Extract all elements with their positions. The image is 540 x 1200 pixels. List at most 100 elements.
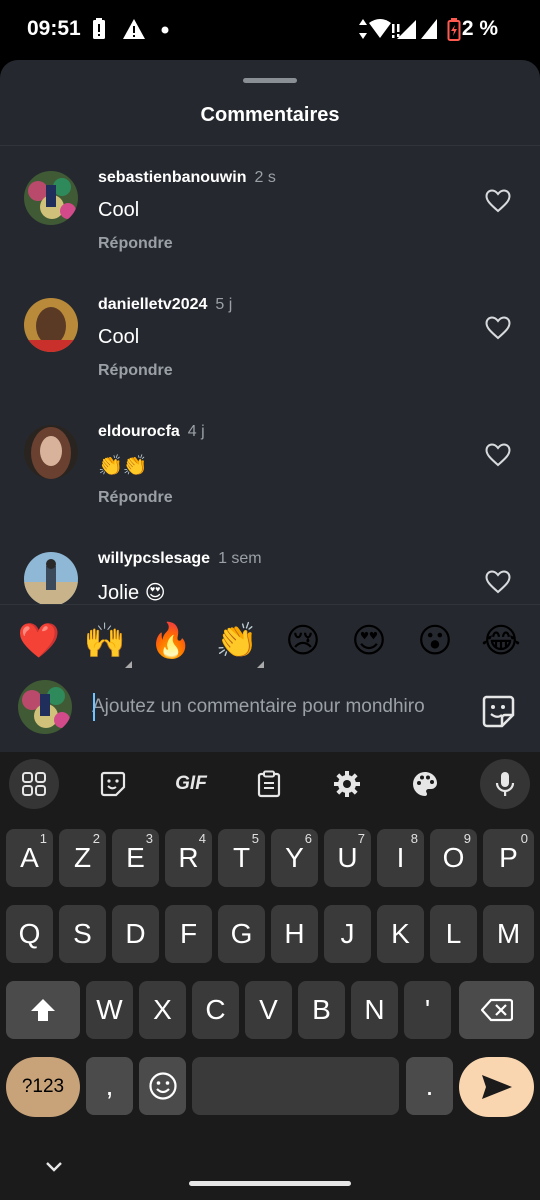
key-z[interactable]: Z2: [59, 829, 106, 887]
sticker-icon[interactable]: [478, 691, 518, 731]
key-label: R: [178, 842, 199, 873]
reply-button[interactable]: Répondre: [98, 362, 173, 380]
avatar[interactable]: [24, 552, 78, 606]
symbols-key[interactable]: ?123: [6, 1057, 80, 1117]
key-v[interactable]: V: [245, 981, 292, 1039]
key-o[interactable]: O9: [430, 829, 477, 887]
keyboard-toolbar: GIF: [0, 752, 540, 820]
key-a[interactable]: A1: [6, 829, 53, 887]
drag-handle[interactable]: [243, 78, 297, 83]
comment-username[interactable]: danielletv2024 5 j: [98, 296, 232, 314]
key-label: A: [20, 842, 39, 873]
key-f[interactable]: F: [165, 905, 212, 963]
gif-button[interactable]: GIF: [166, 759, 216, 809]
avatar[interactable]: [24, 171, 78, 225]
home-gesture-pill[interactable]: [189, 1181, 351, 1186]
key-g[interactable]: G: [218, 905, 265, 963]
key-label: P: [499, 842, 518, 873]
space-key[interactable]: [192, 1057, 399, 1115]
comment-composer: ❤️ 🙌 🔥 👏 😢 😍 😮 😂 Ajoutez un commentaire …: [0, 604, 540, 752]
shift-icon: [31, 999, 55, 1021]
battery-low-icon: [447, 18, 461, 41]
key-label: Y: [285, 842, 304, 873]
key-x[interactable]: X: [139, 981, 186, 1039]
reply-button[interactable]: Répondre: [98, 489, 173, 507]
emoji-raised-hands[interactable]: 🙌: [83, 619, 127, 663]
shift-key[interactable]: [6, 981, 80, 1039]
palette-icon[interactable]: [400, 759, 450, 809]
comment-input[interactable]: Ajoutez un commentaire pour mondhiro: [92, 691, 460, 723]
key-apostrophe[interactable]: ': [404, 981, 451, 1039]
clipboard-icon[interactable]: [244, 759, 294, 809]
emoji-icon: [148, 1072, 177, 1100]
comment-username[interactable]: sebastienbanouwin 2 s: [98, 169, 276, 187]
key-i[interactable]: I8: [377, 829, 424, 887]
key-e[interactable]: E3: [112, 829, 159, 887]
apps-grid-icon[interactable]: [9, 759, 59, 809]
emoji-key[interactable]: [139, 1057, 186, 1115]
key-hint: 4: [198, 831, 206, 846]
emoji-clapping-hands[interactable]: 👏: [215, 619, 259, 663]
heart-icon[interactable]: [485, 443, 511, 467]
comma-key[interactable]: ,: [86, 1057, 133, 1115]
key-b[interactable]: B: [298, 981, 345, 1039]
comment-username[interactable]: willypcslesage 1 sem: [98, 550, 262, 568]
key-s[interactable]: S: [59, 905, 106, 963]
comments-sheet: Commentaires sebastienbanouwin 2 s Cool R…: [0, 60, 540, 752]
variant-indicator: [257, 661, 264, 668]
emoji-heart-eyes[interactable]: 😍: [347, 619, 391, 663]
battery-alert-icon: [93, 18, 105, 39]
text-caret: [93, 693, 95, 721]
key-c[interactable]: C: [192, 981, 239, 1039]
username-text[interactable]: willypcslesage: [98, 550, 210, 567]
key-t[interactable]: T5: [218, 829, 265, 887]
emoji-heart[interactable]: ❤️: [17, 619, 61, 663]
avatar[interactable]: [24, 298, 78, 352]
signal-alert-icon: [397, 20, 416, 39]
battery-percent: 2 %: [461, 17, 498, 40]
username-text[interactable]: sebastienbanouwin: [98, 169, 246, 186]
key-hint: 8: [410, 831, 418, 846]
comment-text: Cool: [98, 199, 140, 221]
key-j[interactable]: J: [324, 905, 371, 963]
key-p[interactable]: P0: [483, 829, 534, 887]
key-h[interactable]: H: [271, 905, 318, 963]
emoji-tears-of-joy[interactable]: 😂: [479, 619, 523, 663]
backspace-key[interactable]: [459, 981, 534, 1039]
key-l[interactable]: L: [430, 905, 477, 963]
username-text[interactable]: danielletv2024: [98, 296, 207, 313]
comment-username[interactable]: eldourocfa 4 j: [98, 423, 205, 441]
mic-icon[interactable]: [480, 759, 530, 809]
username-text[interactable]: eldourocfa: [98, 423, 180, 440]
divider: [0, 145, 540, 146]
send-key[interactable]: [459, 1057, 534, 1117]
key-w[interactable]: W: [86, 981, 133, 1039]
comment-item: eldourocfa 4 j 👏👏 Répondre: [0, 423, 540, 552]
avatar[interactable]: [24, 425, 78, 479]
heart-icon[interactable]: [485, 570, 511, 594]
emoji-crying[interactable]: 😢: [281, 619, 325, 663]
emoji-surprised[interactable]: 😮: [413, 619, 457, 663]
signal-icon: [421, 19, 437, 39]
key-d[interactable]: D: [112, 905, 159, 963]
settings-icon[interactable]: [322, 759, 372, 809]
sticker-icon[interactable]: [88, 759, 138, 809]
key-q[interactable]: Q: [6, 905, 53, 963]
keyboard: GIF A1 Z2 E3 R4 T5 Y6 U7 I8 O9 P0 Q S D: [0, 752, 540, 1200]
emoji-fire[interactable]: 🔥: [149, 619, 193, 663]
key-hint: 6: [304, 831, 312, 846]
heart-icon[interactable]: [485, 316, 511, 340]
key-m[interactable]: M: [483, 905, 534, 963]
key-n[interactable]: N: [351, 981, 398, 1039]
key-r[interactable]: R4: [165, 829, 212, 887]
heart-icon[interactable]: [485, 189, 511, 213]
comment-time: 5 j: [215, 296, 233, 313]
chevron-down-icon[interactable]: [42, 1154, 66, 1178]
period-key[interactable]: .: [406, 1057, 453, 1115]
reply-button[interactable]: Répondre: [98, 235, 173, 253]
key-y[interactable]: Y6: [271, 829, 318, 887]
key-u[interactable]: U7: [324, 829, 371, 887]
key-k[interactable]: K: [377, 905, 424, 963]
send-icon: [481, 1075, 512, 1099]
comment-item: danielletv2024 5 j Cool Répondre: [0, 296, 540, 425]
